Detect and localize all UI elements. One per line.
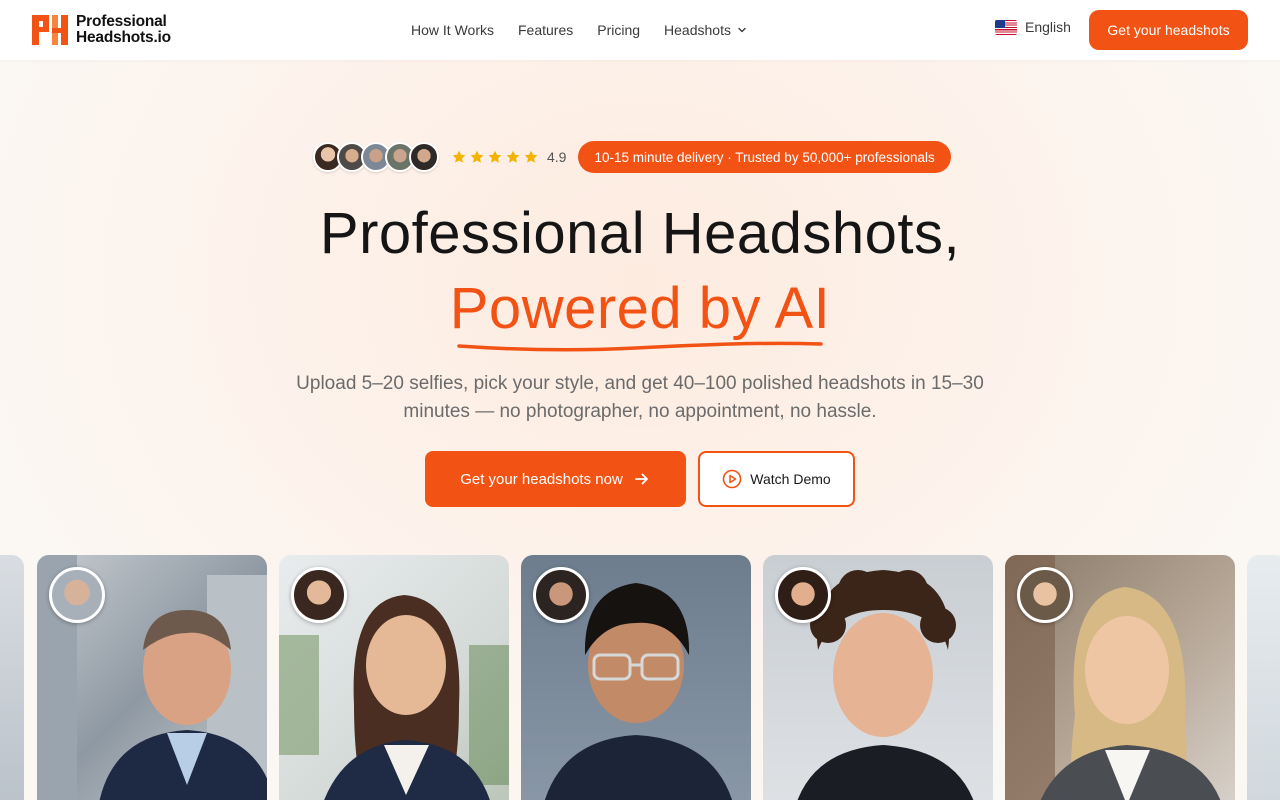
- nav-label: Pricing: [597, 22, 641, 38]
- logo-mark-icon: [32, 15, 68, 45]
- logo[interactable]: Professional Headshots.io: [32, 13, 171, 47]
- rating-stars: [451, 149, 539, 165]
- header-cta-button[interactable]: Get your headshots: [1089, 10, 1248, 50]
- star-icon: [506, 150, 520, 163]
- play-circle-icon: [722, 469, 742, 489]
- headshot-card[interactable]: [521, 555, 751, 800]
- watch-demo-button[interactable]: Watch Demo: [698, 451, 855, 507]
- button-label: Get your headshots now: [460, 470, 623, 488]
- language-label: English: [1025, 19, 1071, 35]
- selfie-thumbnail: [49, 567, 105, 623]
- star-icon: [470, 150, 484, 163]
- hand-drawn-underline-icon: [457, 341, 823, 352]
- nav-label: Features: [517, 22, 574, 38]
- arrow-right-icon: [634, 473, 648, 485]
- main-nav: How It Works Features Pricing Headshots: [411, 0, 747, 60]
- nav-label: Headshots: [664, 22, 731, 38]
- selfie-thumbnail: [1017, 567, 1073, 623]
- nav-label: How It Works: [411, 22, 494, 38]
- star-icon: [452, 150, 466, 163]
- delivery-badge: 10-15 minute delivery · Trusted by 50,00…: [578, 141, 951, 173]
- headshot-card[interactable]: [1005, 555, 1235, 800]
- star-icon: [524, 150, 538, 163]
- selfie-thumbnail: [291, 567, 347, 623]
- gallery-card-partial: [0, 555, 24, 800]
- site-header: Professional Headshots.io How It Works F…: [0, 0, 1280, 60]
- hero-title: Professional Headshots,: [319, 201, 961, 266]
- nav-pricing[interactable]: Pricing: [597, 22, 640, 38]
- headshot-card[interactable]: [279, 555, 509, 800]
- hero-subtitle: Upload 5–20 selfies, pick your style, an…: [296, 373, 984, 422]
- logo-line1: Professional: [76, 13, 167, 30]
- selfie-thumbnail: [533, 567, 589, 623]
- headshot-card[interactable]: [37, 555, 267, 800]
- customer-avatars: [313, 142, 439, 172]
- trust-row: 4.9 10-15 minute delivery · Trusted by 5…: [313, 140, 951, 174]
- chevron-down-icon: [738, 27, 746, 33]
- nav-headshots-dropdown[interactable]: Headshots: [664, 22, 747, 38]
- logo-text: Professional Headshots.io: [76, 14, 171, 46]
- us-flag-icon: [995, 19, 1017, 35]
- hero-title-accent: Powered by AI: [449, 276, 831, 341]
- selfie-thumbnail: [775, 567, 831, 623]
- avatar: [409, 142, 439, 172]
- gallery-card-partial: [1247, 555, 1280, 800]
- nav-features[interactable]: Features: [518, 22, 573, 38]
- nav-how-it-works[interactable]: How It Works: [411, 22, 494, 38]
- headshot-card[interactable]: [763, 555, 993, 800]
- button-label: Watch Demo: [750, 471, 831, 487]
- logo-line2: Headshots.io: [76, 29, 171, 46]
- rating-value: 4.9: [547, 149, 567, 165]
- language-selector[interactable]: English: [995, 19, 1071, 35]
- star-icon: [488, 150, 502, 163]
- get-headshots-now-button[interactable]: Get your headshots now: [425, 451, 686, 507]
